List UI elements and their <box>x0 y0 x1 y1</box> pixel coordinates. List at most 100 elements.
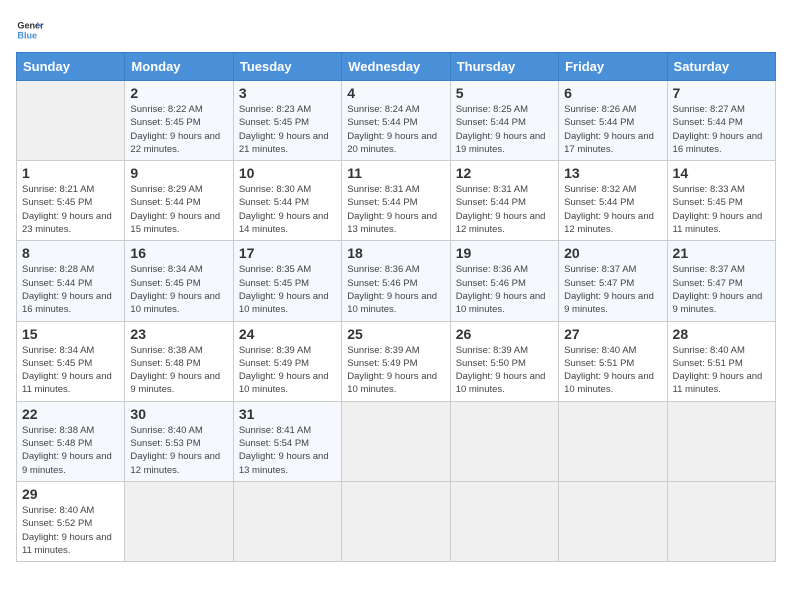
calendar-header-row: SundayMondayTuesdayWednesdayThursdayFrid… <box>17 53 776 81</box>
day-info: Sunrise: 8:37 AMSunset: 5:47 PMDaylight:… <box>673 263 770 316</box>
day-number: 25 <box>347 326 444 342</box>
day-info: Sunrise: 8:41 AMSunset: 5:54 PMDaylight:… <box>239 424 336 477</box>
calendar-cell <box>342 401 450 481</box>
calendar-cell <box>125 481 233 561</box>
calendar-cell: 4 Sunrise: 8:24 AMSunset: 5:44 PMDaylight… <box>342 81 450 161</box>
day-of-week-header: Monday <box>125 53 233 81</box>
calendar-cell: 15Sunrise: 8:34 AMSunset: 5:45 PMDayligh… <box>17 321 125 401</box>
day-number: 30 <box>130 406 227 422</box>
day-number: 19 <box>456 245 553 261</box>
day-info: Sunrise: 8:38 AMSunset: 5:48 PMDaylight:… <box>130 344 227 397</box>
calendar-cell: 12Sunrise: 8:31 AMSunset: 5:44 PMDayligh… <box>450 161 558 241</box>
day-of-week-header: Wednesday <box>342 53 450 81</box>
svg-text:Blue: Blue <box>17 30 37 40</box>
day-info: Sunrise: 8:40 AMSunset: 5:51 PMDaylight:… <box>673 344 770 397</box>
day-number: 27 <box>564 326 661 342</box>
day-number: 9 <box>130 165 227 181</box>
calendar-cell: 16 Sunrise: 8:34 AMSunset: 5:45 PMDayligh… <box>125 241 233 321</box>
day-info: Sunrise: 8:39 AMSunset: 5:50 PMDaylight:… <box>456 344 553 397</box>
day-number: 13 <box>564 165 661 181</box>
day-number: 5 <box>456 85 553 101</box>
logo-icon: General Blue <box>16 16 44 44</box>
day-info: Sunrise: 8:30 AMSunset: 5:44 PMDaylight:… <box>239 183 336 236</box>
day-info: Sunrise: 8:36 AMSunset: 5:46 PMDaylight:… <box>456 263 553 316</box>
day-info: Sunrise: 8:28 AMSunset: 5:44 PMDaylight:… <box>22 263 119 316</box>
day-info: Sunrise: 8:38 AMSunset: 5:48 PMDaylight:… <box>22 424 119 477</box>
day-info: Sunrise: 8:25 AMSunset: 5:44 PMDaylight:… <box>456 103 553 156</box>
calendar-cell: 3 Sunrise: 8:23 AMSunset: 5:45 PMDaylight… <box>233 81 341 161</box>
calendar-cell <box>17 81 125 161</box>
day-info: Sunrise: 8:35 AMSunset: 5:45 PMDaylight:… <box>239 263 336 316</box>
day-of-week-header: Tuesday <box>233 53 341 81</box>
calendar-cell <box>342 481 450 561</box>
calendar-cell: 17 Sunrise: 8:35 AMSunset: 5:45 PMDayligh… <box>233 241 341 321</box>
calendar-week-row: 15Sunrise: 8:34 AMSunset: 5:45 PMDayligh… <box>17 321 776 401</box>
day-number: 20 <box>564 245 661 261</box>
day-info: Sunrise: 8:31 AMSunset: 5:44 PMDaylight:… <box>456 183 553 236</box>
calendar-cell: 5 Sunrise: 8:25 AMSunset: 5:44 PMDaylight… <box>450 81 558 161</box>
day-number: 23 <box>130 326 227 342</box>
day-number: 26 <box>456 326 553 342</box>
day-info: Sunrise: 8:22 AMSunset: 5:45 PMDaylight:… <box>130 103 227 156</box>
calendar-cell: 19 Sunrise: 8:36 AMSunset: 5:46 PMDayligh… <box>450 241 558 321</box>
calendar-cell <box>559 481 667 561</box>
day-number: 18 <box>347 245 444 261</box>
day-number: 16 <box>130 245 227 261</box>
calendar-cell: 1 Sunrise: 8:21 AMSunset: 5:45 PMDaylight… <box>17 161 125 241</box>
calendar-cell: 22 Sunrise: 8:38 AMSunset: 5:48 PMDayligh… <box>17 401 125 481</box>
day-number: 29 <box>22 486 119 502</box>
calendar-cell: 28Sunrise: 8:40 AMSunset: 5:51 PMDayligh… <box>667 321 775 401</box>
day-number: 17 <box>239 245 336 261</box>
calendar-cell: 29Sunrise: 8:40 AMSunset: 5:52 PMDayligh… <box>17 481 125 561</box>
calendar-cell: 6 Sunrise: 8:26 AMSunset: 5:44 PMDaylight… <box>559 81 667 161</box>
calendar-cell: 25Sunrise: 8:39 AMSunset: 5:49 PMDayligh… <box>342 321 450 401</box>
logo: General Blue <box>16 16 50 44</box>
calendar-week-row: 2Sunrise: 8:22 AMSunset: 5:45 PMDaylight… <box>17 81 776 161</box>
calendar-cell <box>233 481 341 561</box>
day-info: Sunrise: 8:40 AMSunset: 5:53 PMDaylight:… <box>130 424 227 477</box>
day-info: Sunrise: 8:39 AMSunset: 5:49 PMDaylight:… <box>239 344 336 397</box>
day-info: Sunrise: 8:34 AMSunset: 5:45 PMDaylight:… <box>22 344 119 397</box>
day-number: 21 <box>673 245 770 261</box>
day-info: Sunrise: 8:34 AMSunset: 5:45 PMDaylight:… <box>130 263 227 316</box>
day-number: 7 <box>673 85 770 101</box>
calendar-table: SundayMondayTuesdayWednesdayThursdayFrid… <box>16 52 776 562</box>
day-info: Sunrise: 8:21 AMSunset: 5:45 PMDaylight:… <box>22 183 119 236</box>
calendar-cell: 26 Sunrise: 8:39 AMSunset: 5:50 PMDayligh… <box>450 321 558 401</box>
calendar-cell: 31 Sunrise: 8:41 AMSunset: 5:54 PMDayligh… <box>233 401 341 481</box>
calendar-cell: 27Sunrise: 8:40 AMSunset: 5:51 PMDayligh… <box>559 321 667 401</box>
calendar-cell: 11 Sunrise: 8:31 AMSunset: 5:44 PMDayligh… <box>342 161 450 241</box>
calendar-cell <box>559 401 667 481</box>
day-number: 4 <box>347 85 444 101</box>
calendar-cell: 13Sunrise: 8:32 AMSunset: 5:44 PMDayligh… <box>559 161 667 241</box>
calendar-cell: 21 Sunrise: 8:37 AMSunset: 5:47 PMDayligh… <box>667 241 775 321</box>
day-number: 31 <box>239 406 336 422</box>
calendar-week-row: 1 Sunrise: 8:21 AMSunset: 5:45 PMDaylight… <box>17 161 776 241</box>
calendar-cell: 18Sunrise: 8:36 AMSunset: 5:46 PMDayligh… <box>342 241 450 321</box>
day-number: 8 <box>22 245 119 261</box>
calendar-cell: 14 Sunrise: 8:33 AMSunset: 5:45 PMDayligh… <box>667 161 775 241</box>
calendar-cell <box>667 401 775 481</box>
day-info: Sunrise: 8:31 AMSunset: 5:44 PMDaylight:… <box>347 183 444 236</box>
calendar-cell: 9 Sunrise: 8:29 AMSunset: 5:44 PMDaylight… <box>125 161 233 241</box>
day-number: 14 <box>673 165 770 181</box>
day-number: 10 <box>239 165 336 181</box>
calendar-cell: 10 Sunrise: 8:30 AMSunset: 5:44 PMDayligh… <box>233 161 341 241</box>
day-number: 1 <box>22 165 119 181</box>
day-number: 3 <box>239 85 336 101</box>
calendar-cell <box>450 401 558 481</box>
day-of-week-header: Saturday <box>667 53 775 81</box>
day-info: Sunrise: 8:29 AMSunset: 5:44 PMDaylight:… <box>130 183 227 236</box>
day-info: Sunrise: 8:24 AMSunset: 5:44 PMDaylight:… <box>347 103 444 156</box>
day-number: 6 <box>564 85 661 101</box>
day-info: Sunrise: 8:26 AMSunset: 5:44 PMDaylight:… <box>564 103 661 156</box>
calendar-week-row: 22 Sunrise: 8:38 AMSunset: 5:48 PMDayligh… <box>17 401 776 481</box>
calendar-week-row: 29Sunrise: 8:40 AMSunset: 5:52 PMDayligh… <box>17 481 776 561</box>
day-number: 11 <box>347 165 444 181</box>
day-number: 24 <box>239 326 336 342</box>
calendar-cell: 24 Sunrise: 8:39 AMSunset: 5:49 PMDayligh… <box>233 321 341 401</box>
day-info: Sunrise: 8:23 AMSunset: 5:45 PMDaylight:… <box>239 103 336 156</box>
calendar-cell <box>450 481 558 561</box>
day-number: 22 <box>22 406 119 422</box>
day-info: Sunrise: 8:33 AMSunset: 5:45 PMDaylight:… <box>673 183 770 236</box>
